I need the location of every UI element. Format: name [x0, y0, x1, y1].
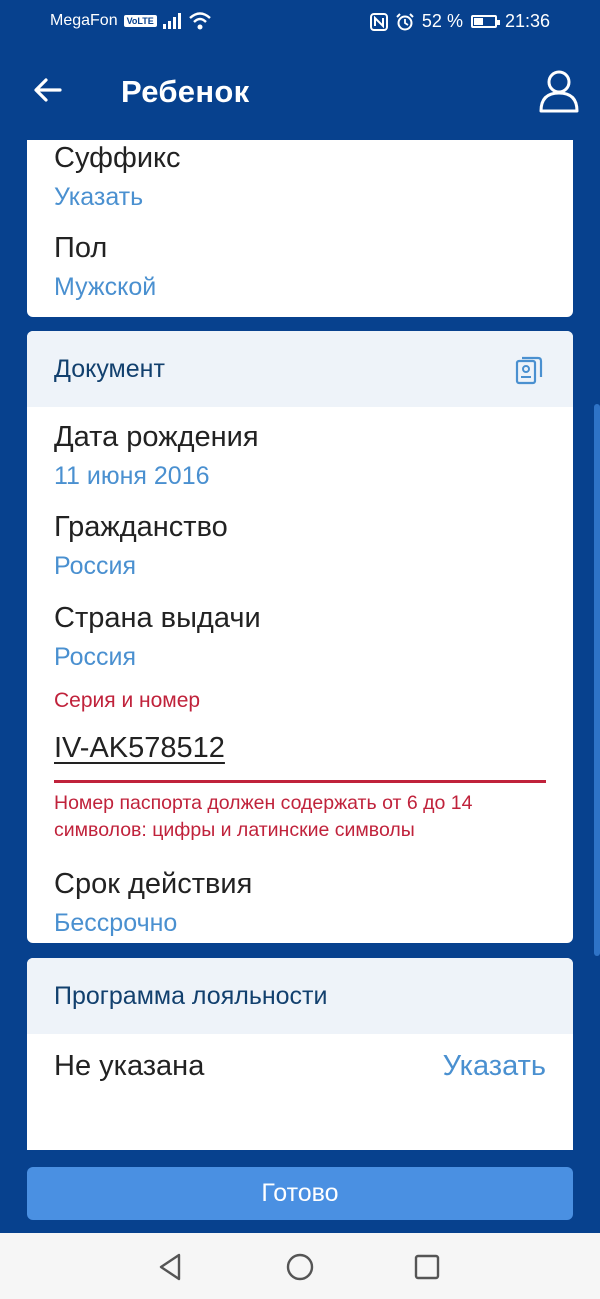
- wifi-icon: [188, 12, 211, 30]
- status-bar: MegaFon VoLTE 52 % 21:36: [0, 0, 600, 46]
- page-title: Ребенок: [121, 74, 250, 109]
- issuing-country-field[interactable]: Страна выдачи Россия: [54, 602, 546, 672]
- nav-back-icon[interactable]: [155, 1251, 187, 1283]
- citizenship-value[interactable]: Россия: [54, 551, 546, 581]
- battery-level: [473, 18, 483, 25]
- loyalty-card: Программа лояльности Не указана Указать: [27, 958, 573, 1150]
- validity-label: Срок действия: [54, 868, 253, 900]
- suffix-label: Суффикс: [54, 142, 181, 174]
- carrier-name: MegaFon: [50, 12, 118, 29]
- user-icon[interactable]: [538, 68, 580, 114]
- series-number-label-wrap: Серия и номер: [54, 689, 546, 713]
- scrollbar[interactable]: [594, 404, 600, 956]
- validity-value[interactable]: Бессрочно: [54, 908, 546, 938]
- birth-date-field[interactable]: Дата рождения 11 июня 2016: [54, 421, 546, 491]
- issuing-country-label: Страна выдачи: [54, 602, 261, 634]
- status-left: MegaFon VoLTE: [50, 12, 211, 30]
- series-number-value[interactable]: IV-AK578512: [54, 732, 225, 765]
- loyalty-add-link[interactable]: Указать: [443, 1050, 546, 1083]
- app-bar: Ребенок: [0, 46, 600, 140]
- status-right: 52 % 21:36: [369, 11, 550, 32]
- system-nav-bar: [0, 1233, 600, 1299]
- battery-icon: [470, 15, 500, 28]
- volte-badge: VoLTE: [123, 15, 157, 27]
- loyalty-title: Программа лояльности: [54, 982, 328, 1010]
- signal-icon: [162, 13, 181, 29]
- validity-field[interactable]: Срок действия Бессрочно: [54, 868, 546, 938]
- arrow-left-icon[interactable]: [32, 74, 64, 106]
- done-button[interactable]: Готово: [27, 1167, 573, 1220]
- personal-card: Суффикс Указать Пол Мужской: [27, 140, 573, 317]
- battery-percent: 52 %: [421, 11, 463, 31]
- nav-recents-icon[interactable]: [411, 1251, 443, 1283]
- suffix-value[interactable]: Указать: [54, 182, 546, 212]
- document-header: Документ: [27, 331, 573, 407]
- issuing-country-value[interactable]: Россия: [54, 642, 546, 672]
- nfc-icon: [369, 12, 388, 31]
- citizenship-field[interactable]: Гражданство Россия: [54, 511, 546, 581]
- document-title: Документ: [54, 355, 165, 383]
- suffix-field[interactable]: Суффикс Указать: [54, 142, 546, 212]
- series-number-label: Серия и номер: [54, 689, 201, 712]
- series-number-error: Номер паспорта должен содержать от 6 до …: [54, 792, 473, 841]
- citizenship-label: Гражданство: [54, 511, 228, 543]
- loyalty-status: Не указана: [54, 1050, 205, 1082]
- nav-home-icon[interactable]: [284, 1251, 316, 1283]
- gender-field[interactable]: Пол Мужской: [54, 232, 546, 302]
- series-number-input[interactable]: IV-AK578512: [54, 732, 546, 783]
- passport-icon[interactable]: [515, 355, 543, 385]
- birth-date-label: Дата рождения: [54, 421, 259, 453]
- loyalty-header: Программа лояльности: [27, 958, 573, 1034]
- gender-value[interactable]: Мужской: [54, 272, 546, 302]
- clock: 21:36: [504, 11, 550, 31]
- alarm-icon: [396, 12, 414, 30]
- birth-date-value[interactable]: 11 июня 2016: [54, 461, 546, 491]
- document-card: Документ Дата рождения 11 июня 2016 Граж…: [27, 331, 573, 943]
- gender-label: Пол: [54, 232, 108, 264]
